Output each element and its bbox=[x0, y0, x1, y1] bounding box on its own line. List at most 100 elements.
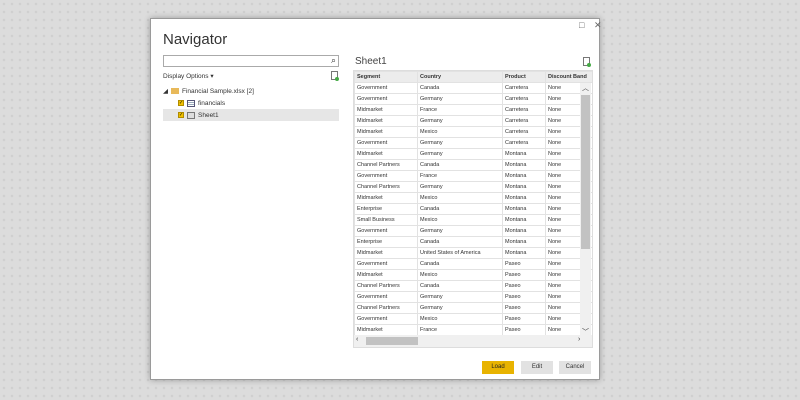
tree-item-label: Financial Sample.xlsx [2] bbox=[182, 87, 254, 95]
column-header[interactable]: Segment bbox=[354, 71, 418, 83]
table-row: Midmarket Mexico Montana None bbox=[354, 192, 592, 204]
table-cell: Paseo bbox=[502, 324, 546, 336]
close-icon[interactable]: ✕ bbox=[594, 20, 602, 31]
table-cell: Germany bbox=[417, 148, 503, 160]
table-cell: Montana bbox=[502, 170, 546, 182]
table-row: Midmarket France Carretera None bbox=[354, 104, 592, 116]
load-button[interactable]: Load bbox=[482, 361, 514, 374]
tree-item-financials[interactable]: ✓ financials bbox=[163, 97, 339, 109]
table-cell: Enterprise bbox=[354, 203, 418, 215]
table-row: Small Business Mexico Montana None bbox=[354, 214, 592, 226]
table-cell: Canada bbox=[417, 258, 503, 270]
table-cell: Paseo bbox=[502, 313, 546, 325]
scroll-thumb[interactable] bbox=[366, 337, 418, 345]
table-cell: Canada bbox=[417, 236, 503, 248]
table-cell: Channel Partners bbox=[354, 280, 418, 292]
table-row: Midmarket Mexico Carretera None bbox=[354, 126, 592, 138]
table-cell: Paseo bbox=[502, 269, 546, 281]
table-icon bbox=[187, 99, 195, 107]
table-cell: Midmarket bbox=[354, 247, 418, 259]
table-row: Channel Partners Germany Montana None bbox=[354, 181, 592, 193]
table-row: Government Mexico Paseo None bbox=[354, 313, 592, 325]
table-cell: Government bbox=[354, 170, 418, 182]
table-row: Enterprise Canada Montana None bbox=[354, 203, 592, 215]
table-row: Government Germany Montana None bbox=[354, 225, 592, 237]
table-row: Channel Partners Germany Paseo None bbox=[354, 302, 592, 314]
table-cell: Midmarket bbox=[354, 115, 418, 127]
table-cell: Germany bbox=[417, 291, 503, 303]
refresh-file-icon[interactable] bbox=[331, 71, 339, 81]
checkbox[interactable]: ✓ bbox=[178, 100, 184, 106]
table-cell: Midmarket bbox=[354, 148, 418, 160]
edit-button[interactable]: Edit bbox=[521, 361, 553, 374]
table-cell: Small Business bbox=[354, 214, 418, 226]
display-options-dropdown[interactable]: Display Options ▾ bbox=[163, 72, 214, 80]
table-row: Government Canada Paseo None bbox=[354, 258, 592, 270]
table-cell: Government bbox=[354, 258, 418, 270]
table-cell: Germany bbox=[417, 181, 503, 193]
cancel-button[interactable]: Cancel bbox=[559, 361, 591, 374]
table-cell: Montana bbox=[502, 203, 546, 215]
table-cell: Midmarket bbox=[354, 269, 418, 281]
scroll-up-icon[interactable]: ︿ bbox=[582, 83, 589, 93]
table-cell: Government bbox=[354, 225, 418, 237]
table-row: Enterprise Canada Montana None bbox=[354, 236, 592, 248]
table-cell: Carretera bbox=[502, 104, 546, 116]
table-row: Midmarket Mexico Paseo None bbox=[354, 269, 592, 281]
column-header[interactable]: Discount Band bbox=[545, 71, 592, 83]
table-cell: Mexico bbox=[417, 214, 503, 226]
scroll-left-icon[interactable]: ‹ bbox=[356, 336, 358, 343]
navigator-tree: ◢ Financial Sample.xlsx [2] ✓ financials… bbox=[163, 85, 339, 121]
table-cell: France bbox=[417, 324, 503, 336]
table-cell: Canada bbox=[417, 159, 503, 171]
vertical-scrollbar[interactable]: ︿ ﹀ bbox=[580, 83, 591, 337]
table-cell: Canada bbox=[417, 203, 503, 215]
table-cell: Paseo bbox=[502, 258, 546, 270]
table-cell: Germany bbox=[417, 115, 503, 127]
column-header[interactable]: Country bbox=[417, 71, 503, 83]
refresh-preview-icon[interactable] bbox=[583, 57, 591, 67]
table-cell: France bbox=[417, 104, 503, 116]
table-row: Government France Montana None bbox=[354, 170, 592, 182]
table-cell: Government bbox=[354, 291, 418, 303]
horizontal-scrollbar[interactable]: ‹ › bbox=[354, 335, 592, 347]
table-cell: Germany bbox=[417, 93, 503, 105]
table-cell: Paseo bbox=[502, 302, 546, 314]
table-cell: Channel Partners bbox=[354, 302, 418, 314]
scroll-right-icon[interactable]: › bbox=[578, 336, 580, 343]
table-cell: Midmarket bbox=[354, 104, 418, 116]
table-cell: Canada bbox=[417, 82, 503, 94]
table-cell: Government bbox=[354, 93, 418, 105]
column-header[interactable]: Product bbox=[502, 71, 546, 83]
tree-item-sheet1[interactable]: ✓ Sheet1 bbox=[163, 109, 339, 121]
dialog-title: Navigator bbox=[163, 31, 228, 48]
table-cell: Carretera bbox=[502, 82, 546, 94]
table-row: Channel Partners Canada Paseo None bbox=[354, 280, 592, 292]
scroll-thumb[interactable] bbox=[581, 95, 590, 249]
expand-icon[interactable]: ◢ bbox=[163, 87, 168, 95]
search-icon[interactable]: ⌕ bbox=[331, 55, 336, 66]
navigator-dialog: Navigator □ ✕ ⌕ Display Options ▾ ◢ Fina… bbox=[150, 18, 602, 380]
search-input[interactable]: ⌕ bbox=[163, 55, 339, 67]
sheet-icon bbox=[187, 111, 195, 119]
checkbox[interactable]: ✓ bbox=[178, 112, 184, 118]
table-cell: Midmarket bbox=[354, 324, 418, 336]
maximize-icon[interactable]: □ bbox=[579, 20, 584, 30]
table-cell: Midmarket bbox=[354, 126, 418, 138]
tree-item-file[interactable]: ◢ Financial Sample.xlsx [2] bbox=[163, 85, 339, 97]
preview-table: Segment Country Product Discount Band Gover… bbox=[353, 70, 593, 348]
table-cell: Mexico bbox=[417, 313, 503, 325]
table-cell: Carretera bbox=[502, 126, 546, 138]
table-cell: Germany bbox=[417, 225, 503, 237]
table-cell: Mexico bbox=[417, 269, 503, 281]
table-cell: Channel Partners bbox=[354, 159, 418, 171]
table-cell: Germany bbox=[417, 302, 503, 314]
table-cell: Mexico bbox=[417, 192, 503, 204]
preview-title: Sheet1 bbox=[355, 56, 387, 67]
table-cell: Carretera bbox=[502, 115, 546, 127]
table-cell: Carretera bbox=[502, 137, 546, 149]
table-cell: Montana bbox=[502, 247, 546, 259]
table-row: Government Germany Carretera None bbox=[354, 137, 592, 149]
table-cell: Midmarket bbox=[354, 192, 418, 204]
table-row: Midmarket France Paseo None bbox=[354, 324, 592, 336]
